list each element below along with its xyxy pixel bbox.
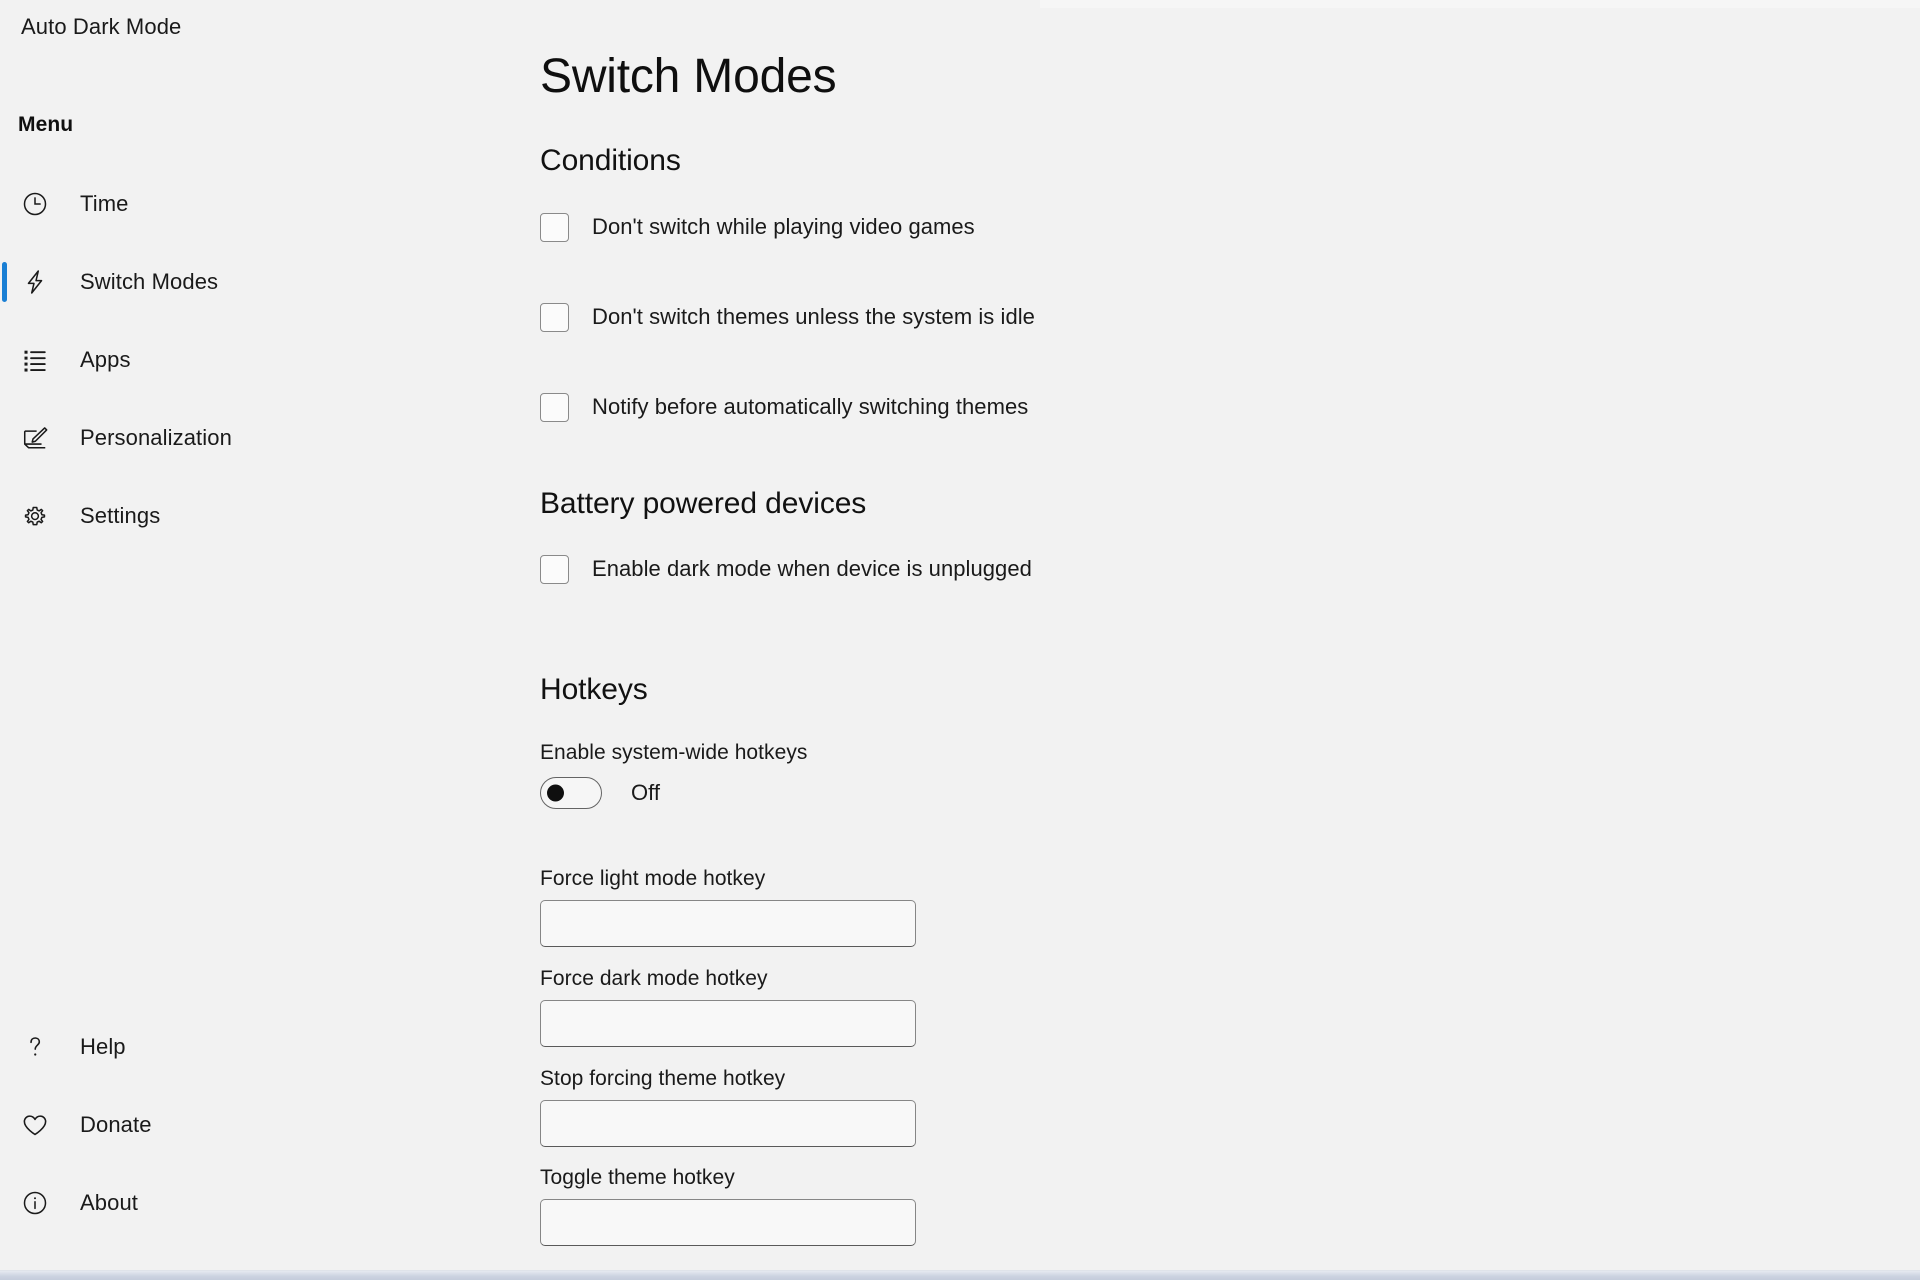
checkbox-dark-mode-unplugged[interactable] <box>540 554 569 584</box>
gear-icon <box>18 499 52 533</box>
checkbox-row-no-switch-games[interactable]: Don't switch while playing video games <box>540 207 1920 247</box>
hotkey-input-force-light[interactable] <box>540 900 916 948</box>
hotkey-label-force-light: Force light mode hotkey <box>540 867 766 891</box>
hotkey-input-force-dark[interactable] <box>540 1000 916 1048</box>
selection-indicator <box>2 340 7 380</box>
checkbox-label: Don't switch while playing video games <box>592 214 975 240</box>
selection-indicator <box>2 1183 7 1223</box>
checkbox-label: Enable dark mode when device is unplugge… <box>592 556 1032 582</box>
hotkey-label-stop-forcing: Stop forcing theme hotkey <box>540 1067 786 1091</box>
page-title: Switch Modes <box>540 50 837 103</box>
selection-indicator <box>2 496 7 536</box>
sidebar-item-about[interactable]: About <box>0 1164 540 1242</box>
hotkey-input-toggle-theme[interactable] <box>540 1199 916 1247</box>
sidebar-item-apps[interactable]: Apps <box>0 321 540 399</box>
hotkey-label-force-dark: Force dark mode hotkey <box>540 967 768 991</box>
hotkey-block-force-dark: Force dark mode hotkey <box>540 967 1920 1048</box>
checkbox-row-notify-before-switch[interactable]: Notify before automatically switching th… <box>540 387 1920 427</box>
checkbox-row-no-switch-unless-idle[interactable]: Don't switch themes unless the system is… <box>540 297 1920 337</box>
body-area: Auto Dark Mode Menu Time Switch Modes Ap… <box>0 0 1920 1270</box>
section-heading-hotkeys: Hotkeys <box>540 673 648 707</box>
question-mark-icon <box>18 1030 52 1064</box>
status-bar <box>0 1270 1920 1280</box>
selection-indicator <box>2 1105 7 1145</box>
sidebar-bottom-nav: Help Donate About <box>0 1008 540 1242</box>
hotkeys-enable-toggle-row: Off <box>540 777 1920 810</box>
hotkey-block-stop-forcing: Stop forcing theme hotkey <box>540 1067 1920 1148</box>
selection-indicator <box>2 184 7 224</box>
hotkey-input-stop-forcing[interactable] <box>540 1100 916 1148</box>
toggle-knob <box>547 784 564 802</box>
hotkeys-enable-toggle[interactable] <box>540 777 602 810</box>
section-heading-battery: Battery powered devices <box>540 487 867 521</box>
info-circle-icon <box>18 1186 52 1220</box>
checkbox-label: Notify before automatically switching th… <box>592 394 1029 420</box>
sidebar-item-label: Donate <box>80 1112 152 1137</box>
menu-heading: Menu <box>18 113 74 137</box>
sidebar-item-label: Settings <box>80 503 161 529</box>
checkbox-no-switch-games[interactable] <box>540 212 569 242</box>
checkbox-no-switch-unless-idle[interactable] <box>540 302 569 332</box>
selection-indicator <box>2 418 7 458</box>
checkbox-label: Don't switch themes unless the system is… <box>592 304 1035 330</box>
hotkey-block-force-light: Force light mode hotkey <box>540 867 1920 948</box>
list-icon <box>18 343 52 377</box>
hotkey-label-toggle-theme: Toggle theme hotkey <box>540 1166 735 1190</box>
sidebar-item-label: Time <box>80 191 129 217</box>
sidebar-item-label: Switch Modes <box>80 269 219 295</box>
lightning-bolt-icon <box>18 265 52 299</box>
app-title: Auto Dark Mode <box>21 14 182 39</box>
sidebar-nav-list: Time Switch Modes Apps Personalization S… <box>0 165 540 555</box>
sidebar-item-personalization[interactable]: Personalization <box>0 399 540 477</box>
toggle-state-label: Off <box>631 780 660 806</box>
checkbox-row-dark-mode-unplugged[interactable]: Enable dark mode when device is unplugge… <box>540 549 1920 589</box>
sidebar-item-label: Help <box>80 1034 126 1059</box>
sidebar-item-switch-modes[interactable]: Switch Modes <box>0 243 540 321</box>
content-column: Switch Modes Conditions Don't switch whi… <box>540 50 1920 1247</box>
paintbrush-icon <box>18 421 52 455</box>
sidebar-item-label: Personalization <box>80 425 232 451</box>
section-heading-conditions: Conditions <box>540 144 681 178</box>
sidebar-item-label: About <box>80 1190 138 1215</box>
checkbox-notify-before-switch[interactable] <box>540 392 569 422</box>
sidebar-item-time[interactable]: Time <box>0 165 540 243</box>
hotkey-block-toggle-theme: Toggle theme hotkey <box>540 1166 1920 1247</box>
sidebar-item-donate[interactable]: Donate <box>0 1086 540 1164</box>
sidebar-item-settings[interactable]: Settings <box>0 477 540 555</box>
heart-icon <box>18 1108 52 1142</box>
clock-icon <box>18 187 52 221</box>
sidebar: Auto Dark Mode Menu Time Switch Modes Ap… <box>0 0 540 1270</box>
hotkeys-enable-label: Enable system-wide hotkeys <box>540 741 808 765</box>
sidebar-item-label: Apps <box>80 347 131 373</box>
sidebar-item-help[interactable]: Help <box>0 1008 540 1086</box>
selection-indicator <box>2 1027 7 1067</box>
app-window: Auto Dark Mode Menu Time Switch Modes Ap… <box>0 0 1920 1280</box>
main-content: Switch Modes Conditions Don't switch whi… <box>540 0 1920 1270</box>
selection-indicator <box>2 262 7 303</box>
